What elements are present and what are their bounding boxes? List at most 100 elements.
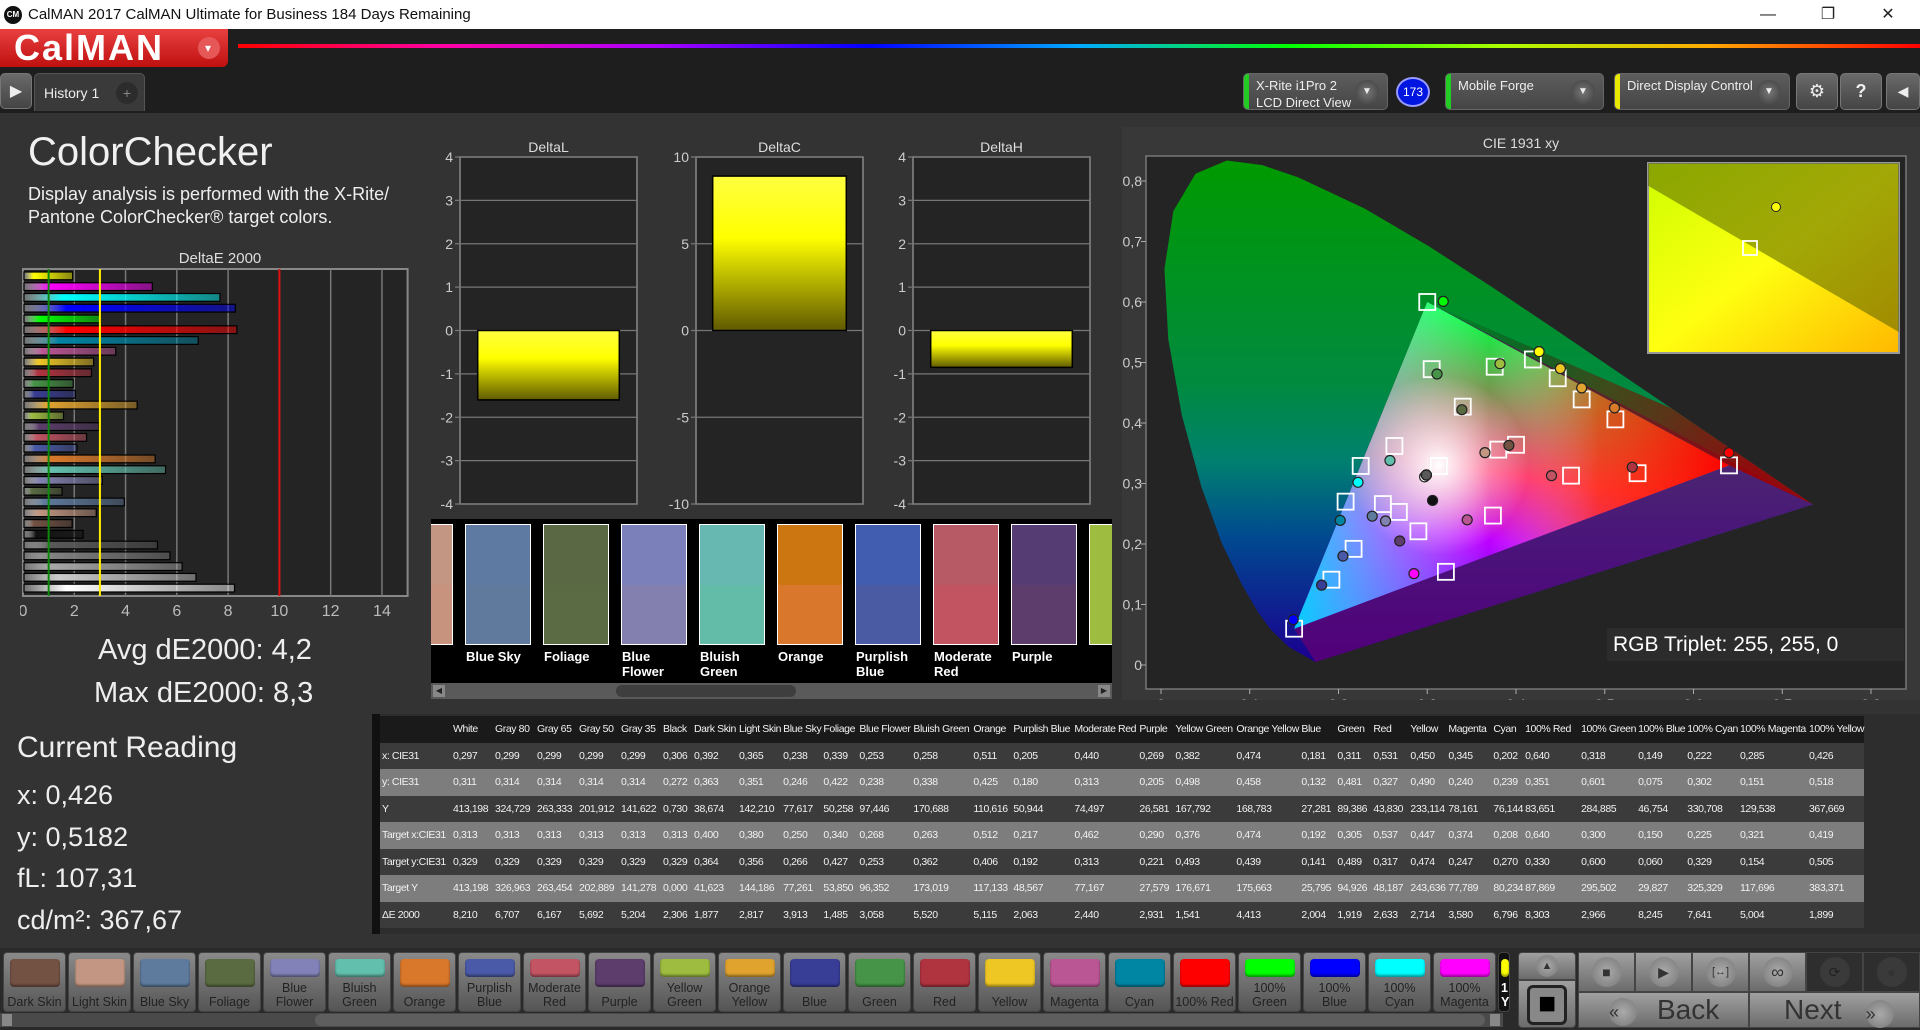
- column-header[interactable]: Yellow Green: [1173, 716, 1234, 743]
- patch-button-foliage[interactable]: Foliage: [198, 952, 261, 1012]
- column-header[interactable]: Yellow: [1408, 716, 1446, 743]
- close-button[interactable]: ✕: [1860, 0, 1916, 29]
- patch-button-moderate-red[interactable]: Moderate Red: [523, 952, 586, 1012]
- dropdown-arrow-icon[interactable]: ▼: [1757, 80, 1781, 104]
- patch-button-blue-sky[interactable]: Blue Sky: [133, 952, 196, 1012]
- record-button[interactable]: ●: [1863, 952, 1920, 992]
- column-header[interactable]: Gray 50: [577, 716, 619, 743]
- column-header[interactable]: Blue Sky: [781, 716, 822, 743]
- patch-button-yellow-green[interactable]: Yellow Green: [653, 952, 716, 1012]
- scroll-right-arrow[interactable]: ▶: [1098, 685, 1110, 697]
- column-header[interactable]: Purplish Blue: [1011, 716, 1072, 743]
- column-header[interactable]: Purple: [1137, 716, 1173, 743]
- column-header[interactable]: Gray 35: [619, 716, 661, 743]
- column-header[interactable]: 100% Green: [1579, 716, 1636, 743]
- dropdown-arrow-icon[interactable]: ▼: [1571, 80, 1595, 104]
- patch-button-100-magenta[interactable]: 100% Magenta: [1433, 952, 1496, 1012]
- swatch-compare[interactable]: [1011, 524, 1077, 645]
- swatch-compare[interactable]: [699, 524, 765, 645]
- refresh-button[interactable]: ⟳: [1806, 952, 1863, 992]
- column-header[interactable]: Red: [1371, 716, 1408, 743]
- swatch-compare[interactable]: [933, 524, 999, 645]
- patch-button-100-red[interactable]: 100% Red: [1173, 952, 1236, 1012]
- patch-button-purple[interactable]: Purple: [588, 952, 651, 1012]
- swatch-compare[interactable]: [543, 524, 609, 645]
- patch-button-100-blue[interactable]: 100% Blue: [1303, 952, 1366, 1012]
- back-button[interactable]: « Back: [1578, 992, 1749, 1028]
- patch-button-red[interactable]: Red: [913, 952, 976, 1012]
- scrollbar-thumb[interactable]: [616, 685, 796, 697]
- restore-button[interactable]: ❐: [1800, 0, 1856, 29]
- column-header[interactable]: Foliage: [821, 716, 857, 743]
- column-header[interactable]: Green: [1335, 716, 1371, 743]
- patch-button-blue-flower[interactable]: Blue Flower: [263, 952, 326, 1012]
- column-header[interactable]: Magenta: [1446, 716, 1491, 743]
- table-cell: 144,186: [739, 882, 775, 895]
- patch-button-yellow[interactable]: Yellow: [978, 952, 1041, 1012]
- next-button[interactable]: Next »: [1749, 992, 1920, 1028]
- patch-button-orange[interactable]: Orange: [393, 952, 456, 1012]
- measure-range-button[interactable]: [↔]: [1692, 952, 1749, 992]
- swatch-compare[interactable]: [621, 524, 687, 645]
- patch-button-green[interactable]: Green: [848, 952, 911, 1012]
- column-header[interactable]: Dark Skin: [692, 716, 737, 743]
- patch-button-dark-skin[interactable]: Dark Skin: [3, 952, 66, 1012]
- column-header[interactable]: Gray 80: [493, 716, 535, 743]
- patch-button-100-cyan[interactable]: 100% Cyan: [1368, 952, 1431, 1012]
- swatch-compare[interactable]: [1089, 524, 1112, 645]
- column-header[interactable]: Gray 65: [535, 716, 577, 743]
- swatch-compare[interactable]: [855, 524, 921, 645]
- loop-button[interactable]: ∞: [1749, 952, 1806, 992]
- patch-button-bluish-green[interactable]: Bluish Green: [328, 952, 391, 1012]
- stop-button[interactable]: ■: [1578, 952, 1635, 992]
- scroll-left-arrow[interactable]: [2, 1014, 12, 1026]
- column-header[interactable]: 100% Red: [1523, 716, 1579, 743]
- display-selector[interactable]: Direct Display Control ▼: [1614, 73, 1790, 110]
- column-header[interactable]: Orange: [971, 716, 1011, 743]
- swatch-compare[interactable]: [431, 524, 453, 645]
- column-header[interactable]: Orange Yellow: [1234, 716, 1299, 743]
- meter-selector[interactable]: X-Rite i1Pro 2 LCD Direct View ▼: [1243, 73, 1388, 110]
- patch-button-blue[interactable]: Blue: [783, 952, 846, 1012]
- column-header[interactable]: Moderate Red: [1072, 716, 1137, 743]
- patch-button-magenta[interactable]: Magenta: [1043, 952, 1106, 1012]
- column-header[interactable]: 100% Magenta: [1738, 716, 1807, 743]
- meter-badge[interactable]: 173: [1396, 77, 1430, 107]
- stop-measure-button[interactable]: ■: [1518, 980, 1576, 1028]
- dropdown-arrow-icon[interactable]: ▼: [1355, 80, 1379, 104]
- collapse-panel-icon[interactable]: ◀: [1886, 73, 1920, 110]
- play-icon[interactable]: ▶: [0, 73, 32, 109]
- column-header[interactable]: 100% Cyan: [1685, 716, 1738, 743]
- patch-button-cyan[interactable]: Cyan: [1108, 952, 1171, 1012]
- add-tab-button[interactable]: +: [116, 82, 138, 104]
- patch-button-100-green[interactable]: 100% Green: [1238, 952, 1301, 1012]
- patch-button-purplish-blue[interactable]: Purplish Blue: [458, 952, 521, 1012]
- source-selector[interactable]: Mobile Forge ▼: [1445, 73, 1604, 110]
- help-icon[interactable]: ?: [1840, 73, 1882, 110]
- scrollbar-thumb[interactable]: [315, 1014, 1485, 1026]
- patch-bar-scrollbar[interactable]: [0, 1013, 1503, 1027]
- column-header[interactable]: Cyan: [1491, 716, 1523, 743]
- swatch-compare[interactable]: [465, 524, 531, 645]
- column-header[interactable]: Blue: [1299, 716, 1335, 743]
- column-header[interactable]: White: [451, 716, 493, 743]
- scroll-right-arrow[interactable]: [1490, 1014, 1500, 1026]
- patch-button-1-y[interactable]: 1 Y: [1498, 952, 1510, 1012]
- column-header[interactable]: 100% Yellow: [1807, 716, 1865, 743]
- tab-history-1[interactable]: History 1 +: [34, 73, 145, 111]
- column-header[interactable]: Blue Flower: [857, 716, 911, 743]
- gear-icon[interactable]: ⚙: [1796, 73, 1838, 110]
- play-button[interactable]: ▶: [1635, 952, 1692, 992]
- swatch-strip-scrollbar[interactable]: ◀ ▶: [431, 683, 1112, 699]
- column-header[interactable]: Light Skin: [737, 716, 782, 743]
- calman-menu-button[interactable]: CalMAN ▾: [0, 29, 228, 67]
- column-header[interactable]: Bluish Green: [911, 716, 971, 743]
- minimize-button[interactable]: —: [1740, 0, 1796, 29]
- column-header[interactable]: Black: [661, 716, 692, 743]
- scroll-left-arrow[interactable]: ◀: [433, 685, 445, 697]
- swatch-compare[interactable]: [777, 524, 843, 645]
- up-arrow-button[interactable]: ▲: [1518, 952, 1576, 980]
- column-header[interactable]: 100% Blue: [1636, 716, 1686, 743]
- patch-button-orange-yellow[interactable]: Orange Yellow: [718, 952, 781, 1012]
- patch-button-light-skin[interactable]: Light Skin: [68, 952, 131, 1012]
